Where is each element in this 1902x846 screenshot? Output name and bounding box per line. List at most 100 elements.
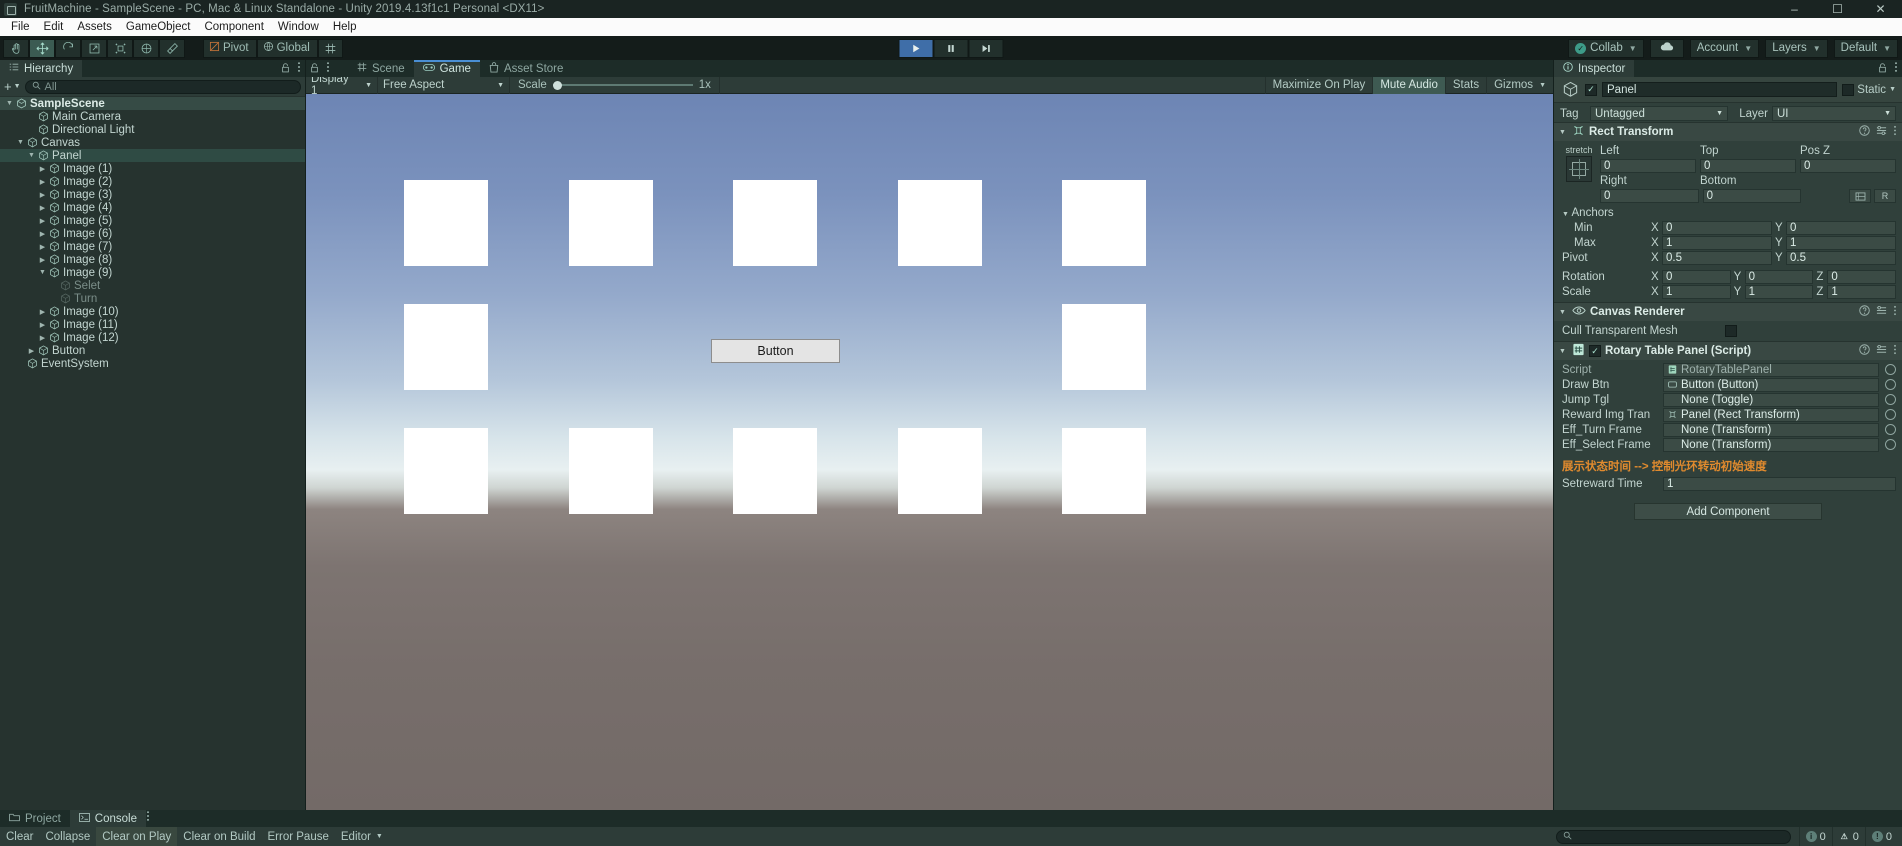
hierarchy-item-canvas[interactable]: ▼ Canvas: [0, 136, 305, 149]
menu-assets[interactable]: Assets: [70, 20, 119, 34]
kebab-icon[interactable]: [1893, 125, 1897, 139]
top-field[interactable]: 0: [1700, 159, 1796, 173]
menu-component[interactable]: Component: [197, 20, 270, 34]
game-draw-button[interactable]: Button: [711, 339, 840, 363]
game-tile[interactable]: [1062, 180, 1146, 266]
pivot-x-field[interactable]: 0.5: [1662, 250, 1772, 265]
game-tile[interactable]: [569, 428, 653, 514]
blueprint-icon[interactable]: [1849, 189, 1872, 203]
game-tile[interactable]: [1062, 428, 1146, 514]
tab-scene[interactable]: Scene: [348, 60, 414, 77]
game-tile[interactable]: [404, 180, 488, 266]
chevron-right-icon[interactable]: ▶: [37, 243, 48, 251]
hierarchy-item-directional-light[interactable]: Directional Light: [0, 123, 305, 136]
script-field-value[interactable]: None (Toggle): [1663, 392, 1879, 407]
object-picker-button[interactable]: [1885, 394, 1896, 405]
canvas-renderer-header[interactable]: ▼ Canvas Renderer: [1554, 303, 1902, 321]
hierarchy-item-image-4[interactable]: ▶ Image (4): [0, 201, 305, 214]
lock-icon[interactable]: [281, 62, 290, 76]
tab-hierarchy[interactable]: Hierarchy: [0, 60, 83, 77]
maximize-on-play-button[interactable]: Maximize On Play: [1264, 76, 1373, 94]
help-icon[interactable]: [1859, 344, 1870, 358]
hierarchy-item-image-1[interactable]: ▶ Image (1): [0, 162, 305, 175]
chevron-right-icon[interactable]: ▶: [37, 204, 48, 212]
right-field[interactable]: 0: [1600, 189, 1699, 203]
script-field-value[interactable]: None (Transform): [1663, 422, 1879, 437]
pause-button[interactable]: [933, 38, 969, 58]
scale-z-field[interactable]: 1: [1827, 284, 1897, 299]
chevron-right-icon[interactable]: ▶: [37, 165, 48, 173]
game-tile[interactable]: [1062, 304, 1146, 390]
tab-asset-store[interactable]: Asset Store: [479, 60, 573, 77]
tab-game[interactable]: Game: [413, 60, 480, 77]
object-picker-button[interactable]: [1885, 409, 1896, 420]
game-view-canvas[interactable]: Button: [306, 94, 1553, 810]
object-enabled-checkbox[interactable]: ✓: [1585, 83, 1597, 96]
scale-y-field[interactable]: 1: [1744, 284, 1814, 299]
anchor-min-y-field[interactable]: 0: [1786, 220, 1896, 235]
hierarchy-item-image-10[interactable]: ▶ Image (10): [0, 305, 305, 318]
lock-icon[interactable]: [1878, 62, 1887, 76]
cull-transparent-checkbox[interactable]: [1725, 324, 1737, 337]
rotary-table-panel-header[interactable]: ▼ ✓ Rotary Table Panel (Script): [1554, 342, 1902, 360]
mute-audio-button[interactable]: Mute Audio: [1372, 76, 1445, 94]
game-tile[interactable]: [569, 180, 653, 266]
console-collapse-button[interactable]: Collapse: [39, 827, 96, 846]
posz-field[interactable]: 0: [1800, 159, 1896, 173]
hierarchy-item-image-9[interactable]: ▼ Image (9): [0, 266, 305, 279]
hierarchy-item-selet[interactable]: Selet: [0, 279, 305, 292]
game-tile[interactable]: [898, 180, 982, 266]
hierarchy-item-main-camera[interactable]: Main Camera: [0, 110, 305, 123]
tab-console[interactable]: Console: [69, 810, 146, 827]
gizmos-button[interactable]: Gizmos ▼: [1486, 76, 1553, 94]
grid-snap-icon[interactable]: [317, 38, 343, 58]
console-clear-button[interactable]: Clear: [0, 827, 39, 846]
object-name-field[interactable]: Panel: [1602, 82, 1838, 97]
minimize-button[interactable]: –: [1773, 0, 1816, 18]
chevron-right-icon[interactable]: ▶: [37, 321, 48, 329]
chevron-down-icon[interactable]: ▼: [26, 152, 37, 159]
aspect-dropdown[interactable]: Free Aspect ▼: [378, 76, 510, 94]
rotate-tool-icon[interactable]: [55, 38, 81, 58]
menu-gameobject[interactable]: GameObject: [119, 20, 198, 34]
chevron-right-icon[interactable]: ▶: [37, 308, 48, 316]
object-picker-button[interactable]: [1885, 364, 1896, 375]
anchor-preset-box[interactable]: [1566, 156, 1592, 182]
layers-dropdown[interactable]: Layers ▼: [1765, 38, 1828, 58]
rotation-y-field[interactable]: 0: [1744, 269, 1814, 284]
collab-button[interactable]: ✓ Collab ▼: [1568, 38, 1644, 58]
script-field-value[interactable]: Button (Button): [1663, 377, 1879, 392]
kebab-icon[interactable]: [1893, 344, 1897, 358]
rect-transform-header[interactable]: ▼ Rect Transform: [1554, 123, 1902, 141]
chevron-down-icon[interactable]: ▼: [4, 100, 15, 107]
kebab-icon[interactable]: [326, 61, 330, 76]
cloud-button[interactable]: [1649, 38, 1684, 58]
chevron-down-icon[interactable]: ▼: [1559, 309, 1568, 316]
menu-file[interactable]: File: [4, 20, 37, 34]
game-tile[interactable]: [898, 428, 982, 514]
display-dropdown[interactable]: Display 1 ▼: [306, 73, 378, 97]
kebab-icon[interactable]: [297, 61, 301, 76]
preset-icon[interactable]: [1876, 344, 1887, 358]
hierarchy-item-turn[interactable]: Turn: [0, 292, 305, 305]
script-field-value[interactable]: Panel (Rect Transform): [1663, 407, 1879, 422]
console-info-count[interactable]: i 0: [1798, 827, 1832, 846]
tag-dropdown[interactable]: Untagged ▼: [1590, 106, 1728, 121]
help-icon[interactable]: [1859, 305, 1870, 319]
hierarchy-search-input[interactable]: All: [24, 79, 301, 94]
setreward-time-field[interactable]: 1: [1663, 476, 1896, 491]
menu-window[interactable]: Window: [271, 20, 326, 34]
chevron-right-icon[interactable]: ▶: [37, 191, 48, 199]
chevron-right-icon[interactable]: ▶: [37, 230, 48, 238]
pivot-toggle[interactable]: Pivot: [203, 38, 257, 58]
anchors-foldout[interactable]: ▼ Anchors: [1562, 207, 1648, 219]
game-tile[interactable]: [404, 428, 488, 514]
bottom-field[interactable]: 0: [1702, 189, 1802, 203]
anchor-max-y-field[interactable]: 1: [1786, 235, 1896, 250]
play-button[interactable]: [898, 38, 934, 58]
step-button[interactable]: [968, 38, 1004, 58]
account-dropdown[interactable]: Account ▼: [1689, 38, 1760, 58]
console-editor-dropdown[interactable]: Editor ▼: [335, 827, 389, 846]
chevron-down-icon[interactable]: ▼: [37, 269, 48, 276]
hierarchy-item-image-6[interactable]: ▶ Image (6): [0, 227, 305, 240]
